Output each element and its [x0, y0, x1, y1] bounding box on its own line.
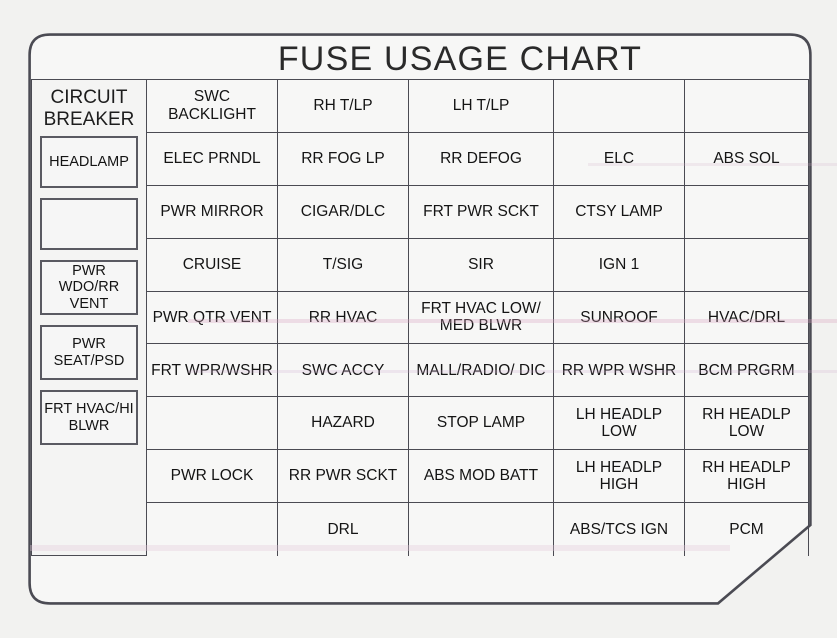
fuse-cell[interactable]: FRT HVAC LOW/ MED BLWR [409, 291, 554, 345]
fuse-cell[interactable]: PCM [685, 503, 809, 556]
fuse-cell[interactable]: IGN 1 [554, 238, 685, 292]
fuse-cell[interactable]: PWR QTR VENT [147, 291, 278, 345]
fuse-cell[interactable]: PWR LOCK [147, 450, 278, 504]
fuse-cell[interactable]: DRL [278, 503, 409, 556]
chart-title-bar: FUSE USAGE CHART [250, 38, 670, 81]
breaker-slot-empty[interactable] [40, 198, 138, 251]
circuit-breaker-heading-line-2: BREAKER [43, 109, 135, 131]
fuse-cell[interactable]: CIGAR/DLC [278, 185, 409, 239]
breaker-slot-frt-hvac-hi-blwr[interactable]: FRT HVAC/HI BLWR [40, 390, 138, 446]
fuse-cell[interactable]: RR HVAC [278, 291, 409, 345]
fuse-cell[interactable]: SWC ACCY [278, 344, 409, 398]
fuse-cell[interactable]: RH HEADLP HIGH [685, 450, 809, 504]
fuse-cell[interactable] [685, 238, 809, 292]
fuse-cell[interactable]: SUNROOF [554, 291, 685, 345]
fuse-chart-decal: FUSE USAGE CHART CIRCUIT BREAKER HEADLAM… [28, 33, 837, 605]
fuse-cell[interactable]: SIR [409, 238, 554, 292]
circuit-breaker-slot-list: HEADLAMP PWR WDO/RR VENT PWR SEAT/PSD FR… [40, 134, 138, 549]
fuse-cell[interactable]: RH T/LP [278, 80, 409, 133]
fuse-cell[interactable] [685, 185, 809, 239]
breaker-slot-pwr-seat-psd[interactable]: PWR SEAT/PSD [40, 325, 138, 381]
fuse-cell[interactable]: ELEC PRNDL [147, 132, 278, 186]
fuse-cell[interactable]: CRUISE [147, 238, 278, 292]
fuse-cell[interactable]: HVAC/DRL [685, 291, 809, 345]
fuse-cell[interactable] [685, 80, 809, 133]
fuse-cell[interactable]: MALL/RADIO/ DIC [409, 344, 554, 398]
fuse-cell[interactable]: HAZARD [278, 397, 409, 451]
fuse-cell[interactable] [409, 503, 554, 556]
fuse-cell[interactable] [554, 80, 685, 133]
fuse-cell[interactable] [147, 397, 278, 451]
fuse-cell[interactable]: T/SIG [278, 238, 409, 292]
fuse-cell[interactable]: RR WPR WSHR [554, 344, 685, 398]
fuse-cell[interactable]: CTSY LAMP [554, 185, 685, 239]
fuse-cell[interactable]: STOP LAMP [409, 397, 554, 451]
breaker-slot-pwr-wdo-rr-vent[interactable]: PWR WDO/RR VENT [40, 260, 138, 316]
fuse-cell[interactable]: FRT WPR/WSHR [147, 344, 278, 398]
fuse-cell[interactable]: ABS SOL [685, 132, 809, 186]
circuit-breaker-column: CIRCUIT BREAKER HEADLAMP PWR WDO/RR VENT… [31, 79, 147, 556]
fuse-cell[interactable]: RH HEADLP LOW [685, 397, 809, 451]
fuse-cell[interactable]: SWC BACKLIGHT [147, 80, 278, 133]
fuse-cell[interactable]: BCM PRGRM [685, 344, 809, 398]
fuse-cell[interactable]: LH T/LP [409, 80, 554, 133]
fuse-cell[interactable]: RR PWR SCKT [278, 450, 409, 504]
circuit-breaker-heading: CIRCUIT BREAKER [40, 82, 138, 134]
fuse-grid: SWC BACKLIGHT RH T/LP LH T/LP ELEC PRNDL RR … [147, 79, 809, 556]
fuse-cell[interactable]: FRT PWR SCKT [409, 185, 554, 239]
fuse-cell[interactable]: RR DEFOG [409, 132, 554, 186]
fuse-cell[interactable]: RR FOG LP [278, 132, 409, 186]
fuse-cell[interactable] [147, 503, 278, 556]
chart-body: CIRCUIT BREAKER HEADLAMP PWR WDO/RR VENT… [31, 79, 809, 556]
fuse-cell[interactable]: LH HEADLP LOW [554, 397, 685, 451]
fuse-cell[interactable]: LH HEADLP HIGH [554, 450, 685, 504]
fuse-cell[interactable]: PWR MIRROR [147, 185, 278, 239]
fuse-cell[interactable]: ABS/TCS IGN [554, 503, 685, 556]
page-title: FUSE USAGE CHART [277, 40, 643, 78]
fuse-cell[interactable]: ELC [554, 132, 685, 186]
breaker-slot-headlamp[interactable]: HEADLAMP [40, 136, 138, 189]
circuit-breaker-heading-line-1: CIRCUIT [50, 87, 128, 108]
fuse-cell[interactable]: ABS MOD BATT [409, 450, 554, 504]
